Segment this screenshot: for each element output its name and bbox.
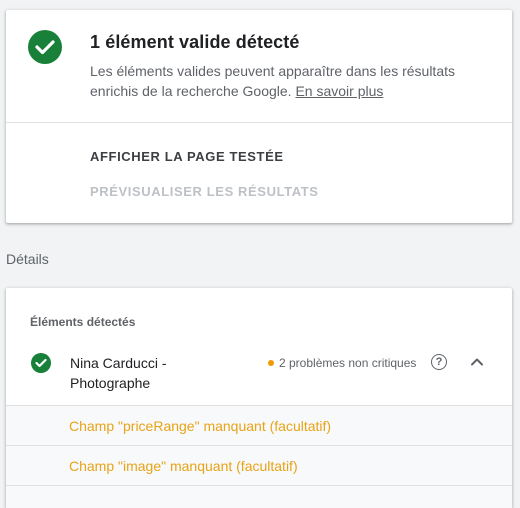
issue-row[interactable]: Champ "image" manquant (facultatif) bbox=[6, 446, 512, 486]
validation-summary-card: 1 élément valide détecté Les éléments va… bbox=[6, 10, 512, 223]
detected-items-card: Éléments détectés Nina Carducci - Photog… bbox=[6, 288, 512, 508]
warning-dot-icon bbox=[268, 360, 274, 366]
view-tested-page-button[interactable]: AFFICHER LA PAGE TESTÉE bbox=[90, 149, 284, 164]
issues-badge: 2 problèmes non critiques bbox=[268, 356, 416, 370]
summary-title: 1 élément valide détecté bbox=[90, 32, 300, 52]
detected-item-name: Nina Carducci - Photographe bbox=[70, 355, 167, 391]
summary-description-text: Les éléments valides peuvent apparaître … bbox=[90, 63, 455, 99]
issue-row[interactable]: Champ "priceRange" manquant (facultatif) bbox=[6, 406, 512, 446]
detected-items-label: Éléments détectés bbox=[30, 315, 136, 329]
detected-item-row[interactable]: Nina Carducci - Photographe 2 problèmes … bbox=[6, 342, 512, 406]
chevron-up-icon[interactable] bbox=[468, 353, 486, 371]
learn-more-link[interactable]: En savoir plus bbox=[295, 83, 383, 99]
preview-results-button: PRÉVISUALISER LES RÉSULTATS bbox=[90, 184, 319, 199]
details-heading: Détails bbox=[6, 251, 49, 267]
summary-section: 1 élément valide détecté Les éléments va… bbox=[6, 10, 512, 123]
check-circle-icon bbox=[31, 353, 51, 373]
summary-description: Les éléments valides peuvent apparaître … bbox=[90, 61, 490, 101]
help-circle-icon[interactable]: ? bbox=[431, 354, 447, 370]
check-circle-icon bbox=[28, 30, 62, 64]
issue-list: Champ "priceRange" manquant (facultatif)… bbox=[6, 406, 512, 508]
issues-count-text: 2 problèmes non critiques bbox=[279, 356, 417, 370]
